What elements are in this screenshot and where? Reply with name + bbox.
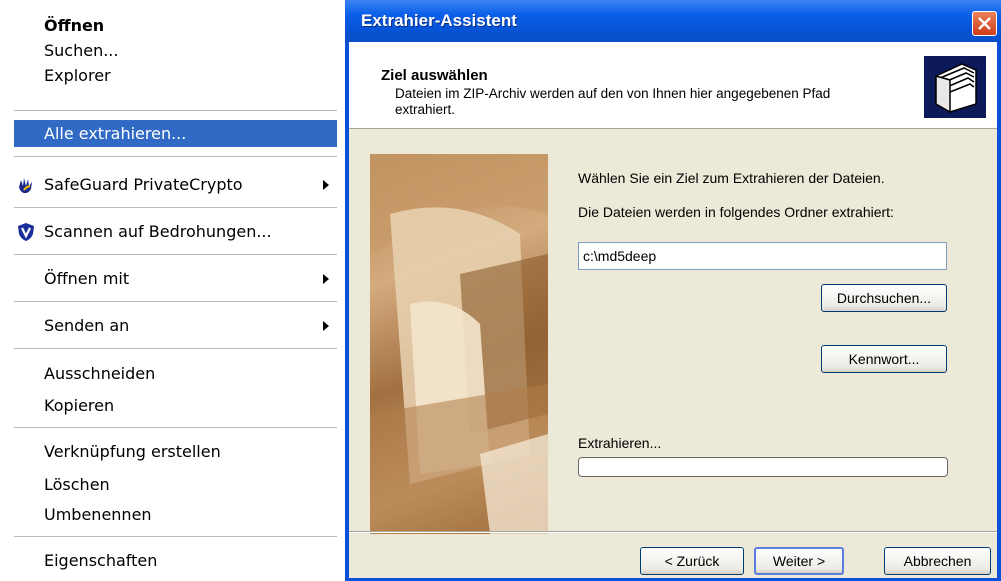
back-button[interactable]: < Zurück	[640, 547, 744, 575]
menu-item-label: Öffnen	[44, 16, 105, 35]
menu-item-label: Umbenennen	[44, 505, 152, 524]
menu-item-search[interactable]: Suchen...	[14, 37, 337, 64]
close-icon	[978, 17, 991, 30]
menu-item-extract-all[interactable]: Alle extrahieren...	[14, 120, 337, 147]
menu-item-open[interactable]: Öffnen	[14, 12, 337, 39]
menu-separator	[14, 207, 337, 208]
dialog-client-area: Ziel auswählen Dateien im ZIP-Archiv wer…	[349, 42, 997, 578]
menu-item-open-with[interactable]: Öffnen mit	[14, 265, 337, 292]
menu-separator	[14, 301, 337, 302]
cancel-button[interactable]: Abbrechen	[884, 547, 991, 575]
footer-separator	[349, 531, 997, 533]
progress-label: Extrahieren...	[578, 435, 662, 451]
title-bar[interactable]: Extrahier-Assistent	[345, 0, 1001, 42]
menu-item-explorer[interactable]: Explorer	[14, 62, 337, 89]
extract-wizard-dialog: Extrahier-Assistent Ziel auswählen Datei…	[345, 0, 1001, 581]
menu-item-label: Eigenschaften	[44, 551, 158, 570]
menu-separator	[14, 254, 337, 255]
shield-icon	[16, 222, 36, 242]
wizard-side-image	[370, 154, 548, 534]
menu-item-properties[interactable]: Eigenschaften	[14, 547, 337, 574]
wizard-header: Ziel auswählen Dateien im ZIP-Archiv wer…	[349, 42, 997, 129]
menu-item-cut[interactable]: Ausschneiden	[14, 360, 337, 387]
password-button[interactable]: Kennwort...	[821, 345, 947, 373]
menu-item-label: Öffnen mit	[44, 269, 130, 288]
next-button[interactable]: Weiter >	[754, 547, 844, 575]
dialog-title: Extrahier-Assistent	[361, 11, 517, 30]
browse-button[interactable]: Durchsuchen...	[821, 284, 947, 312]
submenu-arrow-icon	[323, 180, 329, 190]
extraction-progress-bar	[578, 457, 948, 477]
wizard-step-description: Dateien im ZIP-Archiv werden auf den von…	[395, 86, 831, 117]
context-menu: Öffnen Suchen... Explorer Alle extrahier…	[0, 0, 345, 581]
folder-stack-icon	[924, 56, 986, 118]
menu-item-create-shortcut[interactable]: Verknüpfung erstellen	[14, 438, 337, 465]
menu-item-label: Verknüpfung erstellen	[44, 442, 221, 461]
menu-item-label: Ausschneiden	[44, 364, 156, 383]
menu-item-label: Kopieren	[44, 396, 115, 415]
menu-item-label: Alle extrahieren...	[44, 124, 187, 143]
submenu-arrow-icon	[323, 321, 329, 331]
menu-item-copy[interactable]: Kopieren	[14, 392, 337, 419]
menu-separator	[14, 110, 337, 111]
menu-item-delete[interactable]: Löschen	[14, 471, 337, 498]
folder-label: Die Dateien werden in folgendes Ordner e…	[578, 204, 894, 220]
wizard-step-title: Ziel auswählen	[381, 67, 488, 84]
instruction-text: Wählen Sie ein Ziel zum Extrahieren der …	[578, 170, 885, 186]
close-button[interactable]	[972, 11, 997, 36]
menu-item-label: Scannen auf Bedrohungen...	[44, 222, 272, 241]
menu-item-label: Suchen...	[44, 41, 119, 60]
menu-item-label: Löschen	[44, 475, 110, 494]
menu-item-send-to[interactable]: Senden an	[14, 312, 337, 339]
safeguard-hand-icon	[16, 175, 36, 195]
menu-separator	[14, 536, 337, 537]
menu-item-label: SafeGuard PrivateCrypto	[44, 175, 243, 194]
submenu-arrow-icon	[323, 274, 329, 284]
menu-item-rename[interactable]: Umbenennen	[14, 501, 337, 528]
menu-separator	[14, 427, 337, 428]
destination-path-input[interactable]: c:\md5deep	[578, 242, 947, 270]
menu-item-label: Explorer	[44, 66, 111, 85]
menu-item-label: Senden an	[44, 316, 130, 335]
menu-separator	[14, 348, 337, 349]
menu-separator	[14, 156, 337, 157]
menu-item-safeguard[interactable]: SafeGuard PrivateCrypto	[14, 171, 337, 198]
menu-item-scan-threats[interactable]: Scannen auf Bedrohungen...	[14, 218, 337, 245]
